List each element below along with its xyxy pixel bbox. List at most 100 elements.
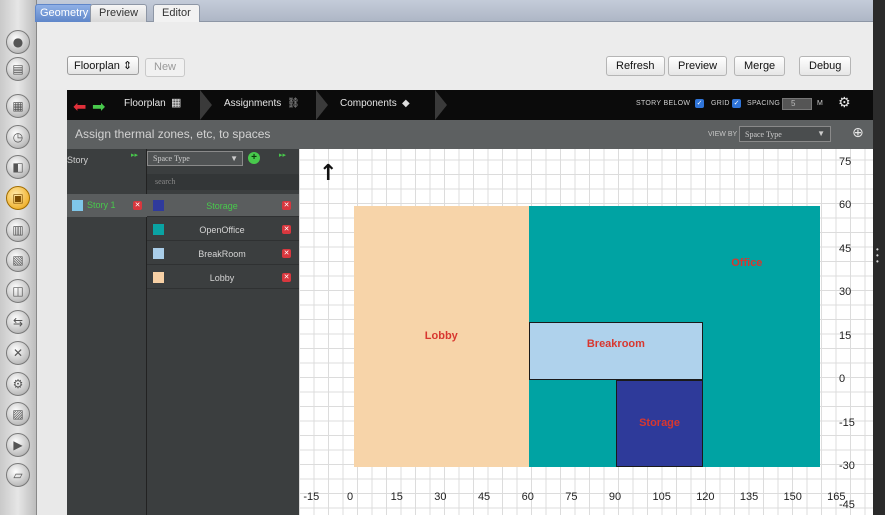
x-tick-label: -15 (303, 491, 320, 503)
link-icon: ⛓ (287, 98, 300, 109)
expand-arrows-icon[interactable]: ▸▸ (279, 151, 286, 159)
story-below-checkbox[interactable]: ✓ (695, 99, 704, 108)
space-type-dropdown[interactable]: Space Type ▼ (147, 151, 243, 166)
tab-bar: Geometry Preview Editor (35, 0, 873, 22)
editor-app: Geometry Preview Editor Floorplan ⇕ New … (35, 0, 873, 515)
space-color-swatch (153, 248, 164, 259)
room-label-storage: Storage (639, 416, 681, 429)
crumb-floorplan[interactable]: Floorplan (124, 98, 166, 109)
delete-space-icon[interactable]: ✕ (282, 249, 291, 258)
x-tick-label: 45 (477, 491, 491, 503)
delete-space-icon[interactable]: ✕ (282, 201, 291, 210)
results-icon[interactable]: ▱ (6, 463, 30, 487)
crumb-assignments[interactable]: Assignments (224, 98, 281, 109)
add-space-type-icon[interactable]: + (248, 152, 260, 164)
preview-button[interactable]: Preview (668, 56, 728, 76)
story-row[interactable]: Story 1 ✕ (67, 194, 147, 217)
panel-resize-handle[interactable]: • • • (873, 0, 885, 515)
x-tick-label: 15 (390, 491, 403, 503)
left-toolbar-rail: ● ▤ ▦ ◷ ◧ ▣ ▥ ▧ ◫ ⇆ ✕ ⚙ ▨ ▶ ▱ (0, 0, 37, 515)
construction-icon[interactable]: ▦ (6, 94, 30, 118)
forward-arrow-icon[interactable]: ➡ (92, 97, 105, 116)
space-type-row-breakroom[interactable]: BreakRoom ✕ (147, 242, 299, 265)
expand-arrows-icon[interactable]: ▸▸ (131, 151, 138, 159)
caret-down-icon: ▼ (230, 154, 238, 163)
chevron-divider (435, 90, 447, 120)
spaces-icon[interactable]: ▧ (6, 248, 30, 272)
view-by-select[interactable]: Space Type ▼ (739, 126, 831, 142)
x-tick-label: 0 (347, 491, 354, 503)
space-type-label: Lobby (209, 273, 235, 283)
back-arrow-icon[interactable]: ⬅ (73, 97, 86, 116)
x-tick-label: 120 (696, 491, 715, 503)
space-color-swatch (153, 224, 164, 235)
space-type-row-openoffice[interactable]: OpenOffice ✕ (147, 218, 299, 241)
run-icon[interactable]: ▶ (6, 433, 30, 457)
library-icon[interactable]: ▤ (6, 57, 30, 81)
spacing-input[interactable]: 5 (782, 98, 812, 110)
crumb-components[interactable]: Components (340, 98, 397, 109)
components-icon: ◆ (402, 98, 410, 109)
tab-preview[interactable]: Preview (90, 4, 148, 22)
x-tick-label: 135 (739, 491, 759, 503)
space-color-swatch (153, 272, 164, 283)
floorplan-icon: ▦ (171, 97, 182, 109)
facility-icon[interactable]: ▥ (6, 218, 30, 242)
zoom-icon[interactable]: ⊕ (852, 125, 864, 141)
sphere-icon[interactable]: ● (6, 30, 30, 54)
hvac-icon[interactable]: ⇆ (6, 310, 30, 334)
thermal-zones-icon[interactable]: ◫ (6, 279, 30, 303)
spacing-label: SPACING (747, 100, 781, 107)
space-type-label: BreakRoom (198, 249, 246, 259)
north-arrow-icon: ↑ (319, 161, 338, 186)
space-color-swatch (153, 200, 164, 211)
room-breakroom[interactable] (528, 322, 704, 380)
grid-checkbox[interactable]: ✓ (732, 99, 741, 108)
story-color-swatch (72, 200, 83, 211)
room-label-lobby: Lobby (424, 329, 458, 342)
tab-editor[interactable]: Editor (153, 4, 200, 22)
debug-button[interactable]: Debug (799, 56, 852, 76)
story-header: Story (67, 155, 89, 165)
caret-down-icon: ▼ (817, 129, 825, 138)
chevron-divider (316, 90, 328, 120)
updown-icon: ⇕ (122, 60, 133, 72)
loads-icon[interactable]: ◧ (6, 155, 30, 179)
space-search-input[interactable]: search (147, 174, 299, 190)
x-tick-label: 150 (783, 491, 802, 503)
space-type-row-lobby[interactable]: Lobby ✕ (147, 266, 299, 289)
variables-icon[interactable]: ✕ (6, 341, 30, 365)
refresh-button[interactable]: Refresh (606, 56, 665, 76)
story-panel: Story ▸▸ Story 1 ✕ (67, 149, 147, 515)
space-type-row-storage[interactable]: Storage ✕ (147, 194, 299, 217)
geometry-icon[interactable]: ▣ (6, 186, 30, 210)
chevron-divider (200, 90, 212, 120)
view-by-label: VIEW BY (708, 131, 738, 138)
gear-icon[interactable]: ⚙ (838, 95, 851, 111)
simulation-settings-icon[interactable]: ▨ (6, 402, 30, 426)
editor-toolbar: Floorplan ⇕ New Refresh Preview Merge De… (37, 22, 873, 90)
space-type-dropdown-value: Space Type (153, 154, 190, 163)
space-panel: Space Type ▼ + ▸▸ search Storage ✕ OpenO… (147, 149, 299, 515)
y-tick-label: -30 (839, 460, 855, 472)
merge-button[interactable]: Merge (734, 56, 786, 76)
delete-space-icon[interactable]: ✕ (282, 225, 291, 234)
tab-geometry[interactable]: Geometry (35, 4, 94, 22)
y-tick-label: -45 (839, 499, 855, 511)
delete-space-icon[interactable]: ✕ (282, 273, 291, 282)
delete-story-icon[interactable]: ✕ (133, 201, 142, 210)
mode-navigation-bar: ⬅ ➡ Floorplan ▦ Assignments ⛓ Components… (67, 90, 873, 120)
measures-icon[interactable]: ⚙ (6, 372, 30, 396)
schedule-icon[interactable]: ◷ (6, 125, 30, 149)
floorplan-canvas[interactable]: ↑ Lobby Office Breakroom Storage -15 0 15 30 45 6… (299, 149, 873, 515)
mode-select-value: Floorplan (74, 60, 120, 72)
x-tick-label: 90 (608, 491, 622, 503)
space-type-label: OpenOffice (199, 225, 245, 235)
y-tick-label: 0 (839, 373, 846, 385)
x-tick-label: 60 (521, 491, 534, 503)
grid-label: GRID (711, 100, 730, 107)
mode-select[interactable]: Floorplan ⇕ (67, 56, 140, 75)
new-button[interactable]: New (145, 58, 186, 77)
story-below-label: STORY BELOW (636, 100, 691, 107)
space-type-label: Storage (206, 201, 238, 211)
